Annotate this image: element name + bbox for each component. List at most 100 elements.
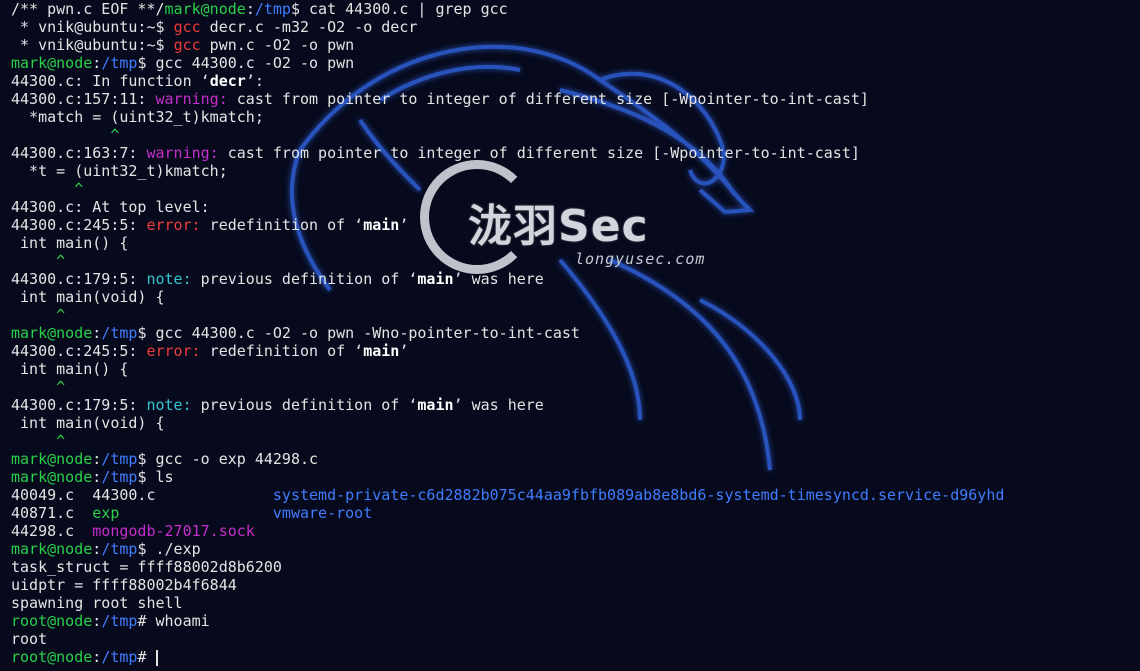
terminal-text-segment: mongodb-27017.sock — [92, 522, 255, 540]
terminal-line: 44300.c:157:11: warning: cast from point… — [11, 90, 1004, 108]
terminal-text-segment: $ gcc -o exp 44298.c — [137, 450, 319, 468]
terminal-text-segment: 44300.c:163:7: — [11, 144, 147, 162]
terminal-cursor[interactable] — [155, 649, 158, 666]
terminal-line: ^ — [11, 306, 1004, 324]
terminal-text-segment: error: — [146, 342, 201, 360]
terminal-text-segment: /tmp — [101, 54, 138, 72]
terminal-line: 44300.c: In function ‘decr’: — [11, 72, 1004, 90]
terminal-line: uidptr = ffff88002b4f6844 — [11, 576, 1004, 594]
terminal-line: int main() { — [11, 234, 1004, 252]
terminal-text-segment: : — [92, 54, 102, 72]
terminal-text-segment: ^ — [11, 306, 66, 324]
terminal-line: root — [11, 630, 1004, 648]
terminal-text-segment: mark@node — [11, 324, 93, 342]
terminal-text-segment: /** pwn.c EOF **/ — [11, 0, 165, 18]
terminal-line: 44300.c:245:5: error: redefinition of ‘m… — [11, 216, 1004, 234]
terminal-line: 40049.c 44300.c systemd-private-c6d2882b… — [11, 486, 1004, 504]
terminal-text-segment: main — [417, 396, 454, 414]
terminal-text-segment: 44300.c: At top level: — [11, 198, 210, 216]
terminal-text-segment: /tmp — [101, 324, 138, 342]
terminal-text-segment: 44300.c:245:5: — [11, 342, 147, 360]
terminal-line: * vnik@ubuntu:~$ gcc decr.c -m32 -O2 -o … — [11, 18, 1004, 36]
terminal-line: /** pwn.c EOF **/mark@node:/tmp$ cat 443… — [11, 0, 1004, 18]
terminal-text-segment: 44300.c:179:5: — [11, 396, 147, 414]
terminal-text-segment: task_struct = ffff88002d8b6200 — [11, 558, 282, 576]
terminal-line: ^ — [11, 180, 1004, 198]
terminal-text-segment: mark@node — [11, 468, 93, 486]
terminal-text-segment: redefinition of ‘ — [200, 216, 364, 234]
terminal-text-segment: ^ — [11, 126, 120, 144]
terminal-text-segment: ’: — [245, 72, 264, 90]
terminal-text-segment: exp — [92, 504, 120, 522]
terminal-text-segment: note: — [146, 396, 192, 414]
terminal-line: * vnik@ubuntu:~$ gcc pwn.c -O2 -o pwn — [11, 36, 1004, 54]
terminal-text-segment: vmware-root — [272, 504, 373, 522]
terminal-line: *t = (uint32_t)kmatch; — [11, 162, 1004, 180]
terminal-line: 44300.c:163:7: warning: cast from pointe… — [11, 144, 1004, 162]
terminal-text-segment: 40049.c 44300.c — [11, 486, 273, 504]
terminal-text-segment: 44300.c:245:5: — [11, 216, 147, 234]
terminal-line: ^ — [11, 432, 1004, 450]
terminal-line: mark@node:/tmp$ gcc 44300.c -O2 -o pwn -… — [11, 324, 1004, 342]
terminal-line: ^ — [11, 378, 1004, 396]
terminal-text-segment: warning: — [155, 90, 228, 108]
terminal-text-segment: * vnik@ubuntu:~$ — [11, 36, 174, 54]
terminal-line: 44300.c:179:5: note: previous definition… — [11, 270, 1004, 288]
terminal-text-segment: *match = (uint32_t)kmatch; — [11, 108, 264, 126]
terminal-text-segment: main — [417, 270, 454, 288]
terminal-text-segment: *t = (uint32_t)kmatch; — [11, 162, 228, 180]
terminal-text-segment: main — [363, 216, 400, 234]
terminal-text-segment: 40871.c — [11, 504, 93, 522]
terminal-text-segment: redefinition of ‘ — [200, 342, 364, 360]
terminal-text-segment: # whoami — [137, 612, 210, 630]
terminal-line: 44300.c: At top level: — [11, 198, 1004, 216]
terminal-text-segment: int main(void) { — [11, 288, 165, 306]
terminal-text-segment: int main(void) { — [11, 414, 165, 432]
terminal-text-segment: error: — [146, 216, 201, 234]
terminal-line: 44300.c:245:5: error: redefinition of ‘m… — [11, 342, 1004, 360]
terminal-text-segment: $ ./exp — [137, 540, 201, 558]
terminal-text-segment: warning: — [146, 144, 219, 162]
terminal-line: spawning root shell — [11, 594, 1004, 612]
terminal-text-segment: : — [92, 450, 102, 468]
terminal-text-segment: uidptr = ffff88002b4f6844 — [11, 576, 237, 594]
terminal-text-segment: 44300.c:179:5: — [11, 270, 147, 288]
terminal-text-segment: systemd-private-c6d2882b075c44aa9fbfb089… — [272, 486, 1005, 504]
terminal-line: task_struct = ffff88002d8b6200 — [11, 558, 1004, 576]
terminal-text-segment: : — [92, 648, 102, 666]
terminal-output[interactable]: /** pwn.c EOF **/mark@node:/tmp$ cat 443… — [11, 0, 1004, 666]
terminal-text-segment: /tmp — [101, 612, 138, 630]
terminal-text-segment: pwn.c -O2 -o pwn — [200, 36, 355, 54]
terminal-text-segment: int main() { — [11, 360, 129, 378]
terminal-text-segment: 44300.c: In function ‘ — [11, 72, 210, 90]
terminal-text-segment: mark@node — [11, 450, 93, 468]
terminal-text-segment: decr — [209, 72, 246, 90]
terminal-line: mark@node:/tmp$ ls — [11, 468, 1004, 486]
terminal-text-segment: /tmp — [101, 468, 138, 486]
terminal-line: mark@node:/tmp$ ./exp — [11, 540, 1004, 558]
terminal-line: root@node:/tmp# whoami — [11, 612, 1004, 630]
terminal-text-segment: 44300.c:157:11: — [11, 90, 156, 108]
terminal-text-segment: mark@node — [11, 54, 93, 72]
terminal-text-segment: /tmp — [101, 450, 138, 468]
terminal-line: int main(void) { — [11, 288, 1004, 306]
terminal-line: int main(void) { — [11, 414, 1004, 432]
terminal-text-segment: # — [137, 648, 156, 666]
terminal-text-segment: : — [92, 540, 102, 558]
terminal-text-segment: : — [92, 612, 102, 630]
terminal-line: 44300.c:179:5: note: previous definition… — [11, 396, 1004, 414]
terminal-text-segment: ’ — [399, 342, 409, 360]
terminal-line: 44298.c mongodb-27017.sock — [11, 522, 1004, 540]
terminal-text-segment: 44298.c — [11, 522, 93, 540]
terminal-text-segment: ’ was here — [453, 396, 544, 414]
terminal-line: root@node:/tmp# — [11, 648, 1004, 666]
terminal-text-segment: root@node — [11, 612, 93, 630]
terminal-text-segment: ^ — [11, 432, 66, 450]
terminal-text-segment: /tmp — [101, 648, 138, 666]
terminal-text-segment: note: — [146, 270, 192, 288]
terminal-text-segment: /tmp — [254, 0, 291, 18]
terminal-text-segment: * vnik@ubuntu:~$ — [11, 18, 174, 36]
terminal-text-segment: previous definition of ‘ — [191, 396, 418, 414]
terminal-text-segment: $ gcc 44300.c -O2 -o pwn -Wno-pointer-to… — [137, 324, 580, 342]
